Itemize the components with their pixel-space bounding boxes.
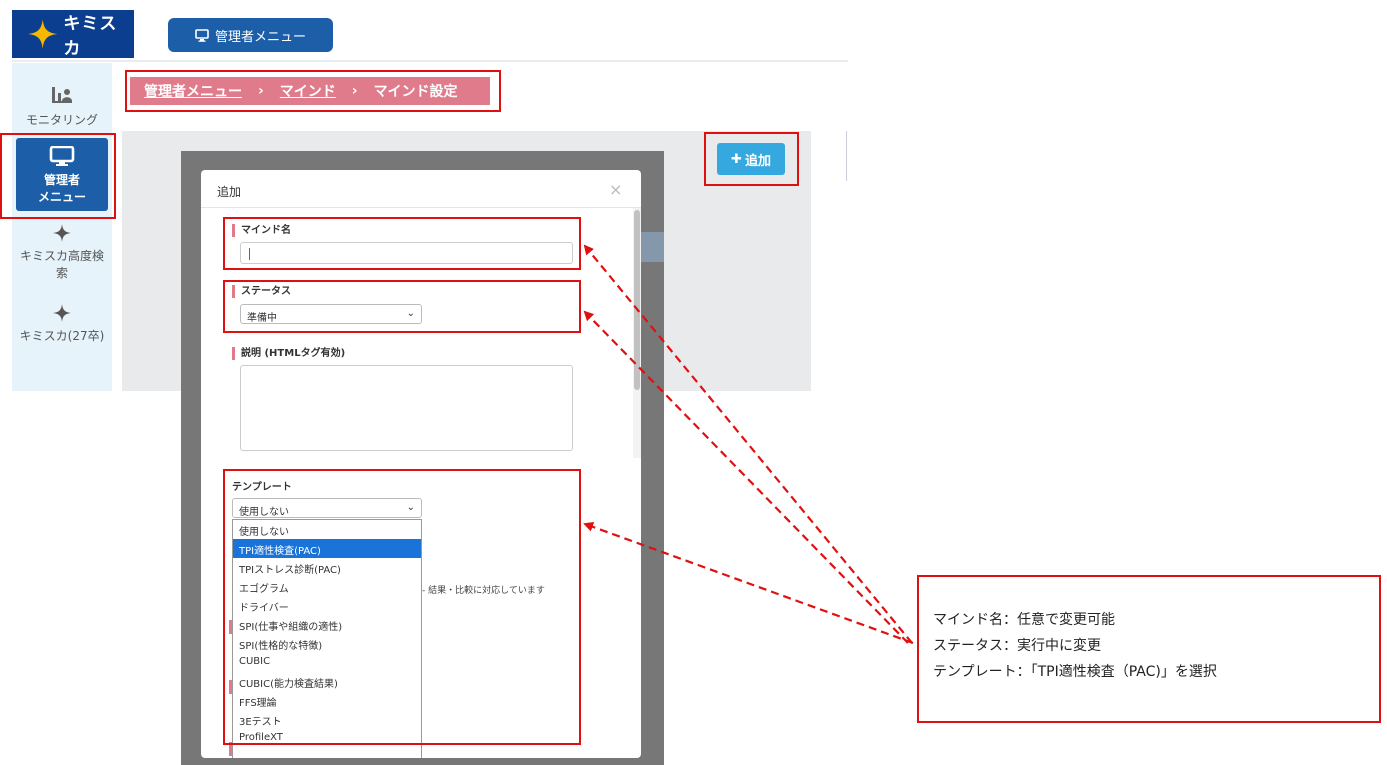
sidebar-item-monitoring[interactable]: モニタリング <box>12 83 112 128</box>
highlight-template <box>223 469 581 745</box>
header-divider <box>12 60 848 62</box>
sparkle-icon <box>53 224 71 242</box>
highlight-add-button <box>704 132 799 186</box>
highlight-status <box>223 280 581 333</box>
annotation-line: テンプレート：「TPI適性検査（PAC)」を選択 <box>933 664 1217 680</box>
sidebar-item-label: キミスカ(27卒) <box>19 329 105 343</box>
highlight-admin-menu <box>0 133 116 219</box>
sidebar-item-advanced-search[interactable]: キミスカ高度検 索 <box>12 223 112 281</box>
monitoring-chart-icon <box>52 87 72 103</box>
background-table-header <box>640 232 664 262</box>
sidebar-item-label-line2: 索 <box>55 266 68 280</box>
annotation-line: ステータス：実行中に変更 <box>933 638 1101 654</box>
annotation-line: マインド名：任意で変更可能 <box>933 612 1115 628</box>
annotation-box: マインド名：任意で変更可能 ステータス：実行中に変更 テンプレート：「TPI適性… <box>917 575 1381 723</box>
sidebar-item-label: モニタリング <box>25 113 98 127</box>
sparkle-logo-icon <box>27 19 58 49</box>
description-textarea[interactable] <box>240 365 573 451</box>
sparkle-icon <box>53 304 71 322</box>
highlight-mind-name <box>223 217 581 270</box>
close-icon[interactable]: × <box>609 180 622 199</box>
sidebar-item-label-line1: キミスカ高度検 <box>19 249 104 263</box>
kimisuka-logo[interactable]: キミスカ <box>12 10 134 59</box>
monitor-icon <box>195 28 209 42</box>
modal-title: 追加 <box>217 185 242 199</box>
modal-header: 追加 <box>201 170 641 208</box>
modal-scrollbar-thumb[interactable] <box>634 210 640 390</box>
logo-text: キミスカ <box>63 14 118 59</box>
admin-menu-button[interactable]: 管理者メニュー <box>168 18 333 52</box>
highlight-breadcrumb <box>125 70 501 112</box>
description-label: 説明 (HTMLタグ有効) <box>232 347 345 360</box>
content-edge <box>846 131 847 181</box>
sidebar-item-kimisuka-27[interactable]: キミスカ(27卒) <box>12 303 112 344</box>
sidebar: モニタリング 管理者 メニュー キミスカ高度検 索 キミスカ(27卒) <box>12 63 112 391</box>
admin-menu-label: 管理者メニュー <box>214 29 306 45</box>
